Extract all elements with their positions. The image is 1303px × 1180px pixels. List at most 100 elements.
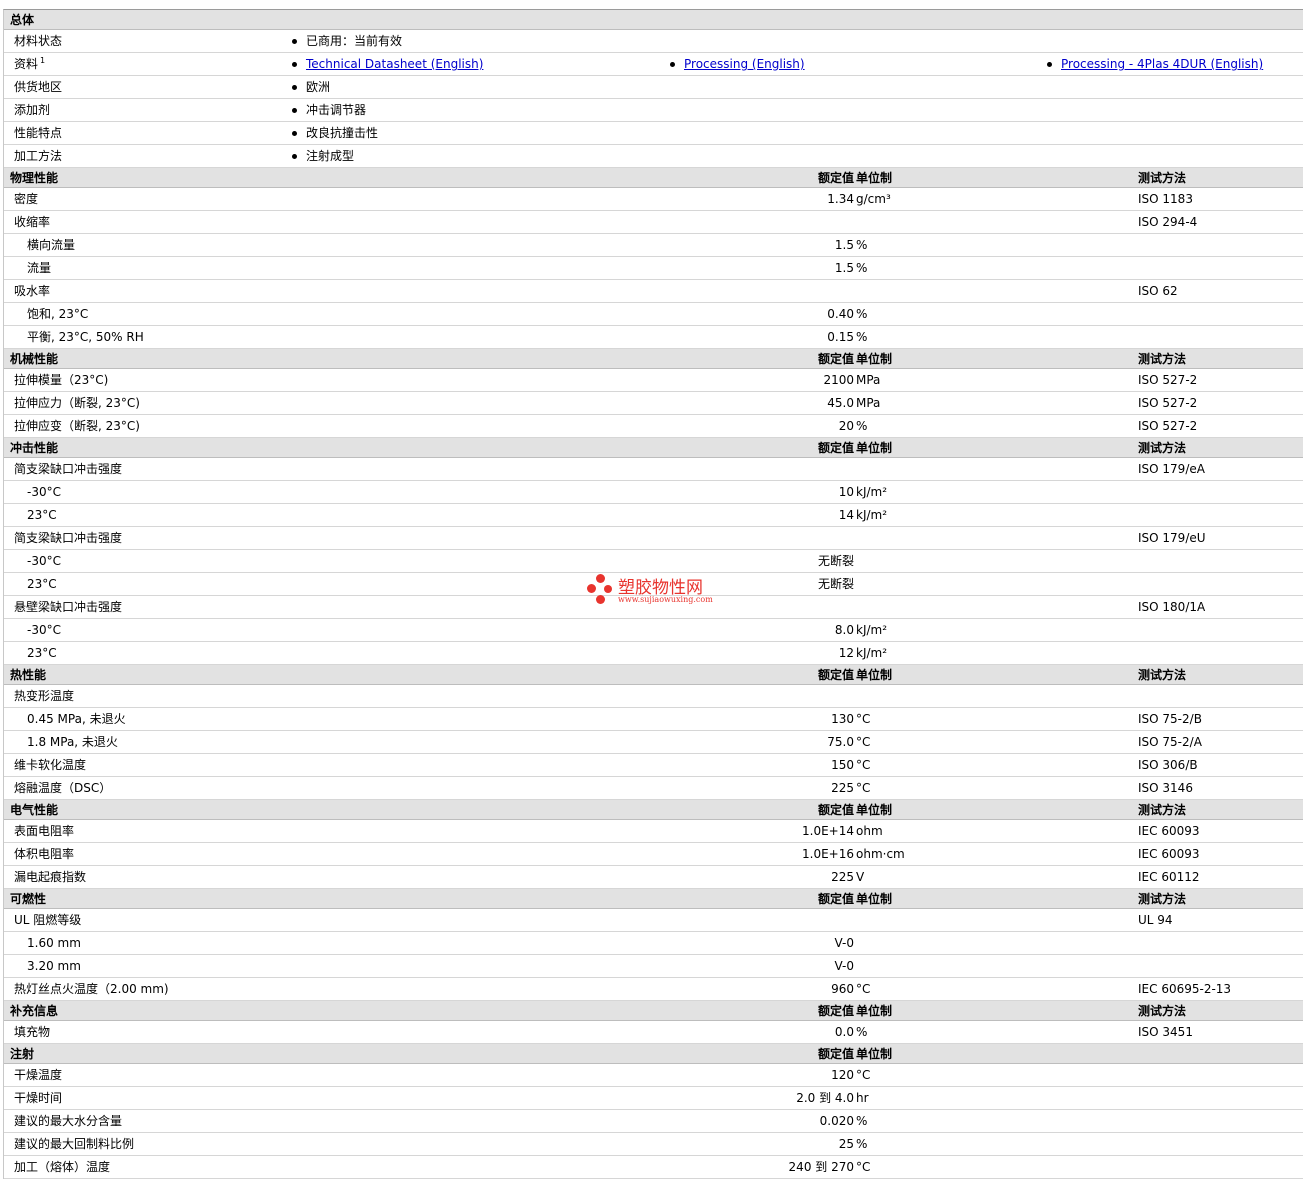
- col-header-test: 测试方法: [1138, 171, 1187, 185]
- footnote-marker: 1: [40, 56, 46, 65]
- row-value: 注射成型: [306, 149, 355, 163]
- test-method: IEC 60093: [1138, 847, 1200, 861]
- property-unit: MPa: [856, 396, 881, 410]
- property-unit: %: [856, 1025, 868, 1039]
- property-value: 20: [838, 419, 854, 433]
- property-row: 热变形温度: [4, 685, 1303, 708]
- property-label: 体积电阻率: [14, 847, 75, 861]
- col-header-unit: 单位制: [856, 171, 893, 185]
- property-unit: %: [856, 1114, 868, 1128]
- property-unit: °C: [856, 1160, 871, 1174]
- property-label: 悬壁梁缺口冲击强度: [14, 600, 123, 614]
- col-header-unit: 单位制: [856, 1004, 893, 1018]
- property-label: -30°C: [27, 623, 61, 637]
- property-label: 23°C: [27, 508, 57, 522]
- doc-link-datasheet[interactable]: Technical Datasheet (English): [306, 53, 483, 75]
- property-value: 无断裂: [817, 554, 854, 568]
- property-row: 23°C 12 kJ/m²: [4, 642, 1303, 665]
- property-value: 130: [831, 712, 854, 726]
- property-row: 23°C 14 kJ/m²: [4, 504, 1303, 527]
- property-unit: kJ/m²: [856, 485, 888, 499]
- property-label: 23°C: [27, 646, 57, 660]
- section-header: 注射 额定值 单位制: [4, 1044, 1303, 1064]
- property-value: 1.0E+16: [802, 847, 854, 861]
- row-supply-region: 供货地区 欧洲: [4, 76, 1303, 99]
- col-header-test: 测试方法: [1138, 668, 1187, 682]
- property-label: 1.8 MPa, 未退火: [27, 735, 118, 749]
- bullet-icon: [670, 62, 675, 67]
- property-label: -30°C: [27, 554, 61, 568]
- test-method: IEC 60112: [1138, 870, 1200, 884]
- row-label: 材料状态: [14, 34, 63, 48]
- property-row: 加工（熔体）温度 240 到 270 °C: [4, 1156, 1303, 1179]
- property-label: 热变形温度: [14, 689, 75, 703]
- row-label: 加工方法: [14, 149, 63, 163]
- property-unit: °C: [856, 982, 871, 996]
- col-header-nominal: 额定值: [817, 171, 854, 185]
- section-header: 热性能 额定值 单位制 测试方法: [4, 665, 1303, 685]
- property-label: 干燥温度: [14, 1068, 63, 1082]
- col-header-test: 测试方法: [1138, 1004, 1187, 1018]
- property-unit: °C: [856, 1068, 871, 1082]
- property-label: 平衡, 23°C, 50% RH: [27, 330, 144, 344]
- col-header-nominal: 额定值: [817, 1047, 854, 1061]
- property-label: 饱和, 23°C: [27, 307, 89, 321]
- property-unit: °C: [856, 712, 871, 726]
- property-label: 表面电阻率: [14, 824, 75, 838]
- col-header-unit: 单位制: [856, 1047, 893, 1061]
- property-row: 简支梁缺口冲击强度 ISO 179/eA: [4, 458, 1303, 481]
- property-row: 1.8 MPa, 未退火 75.0 °C ISO 75-2/A: [4, 731, 1303, 754]
- property-value: 25: [838, 1137, 854, 1151]
- bullet-icon: [292, 108, 297, 113]
- property-row: 0.45 MPa, 未退火 130 °C ISO 75-2/B: [4, 708, 1303, 731]
- property-row: 填充物 0.0% ISO 3451: [4, 1021, 1303, 1044]
- property-row: 吸水率 ISO 62: [4, 280, 1303, 303]
- property-row: 维卡软化温度 150 °C ISO 306/B: [4, 754, 1303, 777]
- col-header-nominal: 额定值: [817, 441, 854, 455]
- test-method: ISO 527-2: [1138, 373, 1198, 387]
- col-header-nominal: 额定值: [817, 1004, 854, 1018]
- doc-link-processing-4plas[interactable]: Processing - 4Plas 4DUR (English): [1061, 53, 1263, 75]
- property-label: 建议的最大回制料比例: [14, 1137, 135, 1151]
- property-unit: %: [856, 261, 868, 275]
- property-row: 拉伸模量（23°C) 2100 MPa ISO 527-2: [4, 369, 1303, 392]
- property-row: -30°C 8.0 kJ/m²: [4, 619, 1303, 642]
- row-processing: 加工方法 注射成型: [4, 145, 1303, 168]
- property-row: 简支梁缺口冲击强度 ISO 179/eU: [4, 527, 1303, 550]
- property-row: 3.20 mm V-0: [4, 955, 1303, 978]
- col-header-nominal: 额定值: [817, 668, 854, 682]
- bullet-icon: [292, 154, 297, 159]
- row-label: 资料 1: [14, 56, 46, 71]
- property-label: 维卡软化温度: [14, 758, 87, 772]
- row-label: 性能特点: [14, 126, 63, 140]
- property-value: 0.020: [819, 1114, 854, 1128]
- section-header: 电气性能 额定值 单位制 测试方法: [4, 800, 1303, 820]
- property-row: 熔融温度（DSC） 225 °C ISO 3146: [4, 777, 1303, 800]
- watermark-url: www.sujiaowuxing.com: [618, 595, 713, 604]
- property-value: V-0: [834, 959, 854, 973]
- property-value: 0.0: [834, 1025, 854, 1039]
- property-label: 干燥时间: [14, 1091, 63, 1105]
- property-value: 0.40: [827, 307, 854, 321]
- property-unit: %: [856, 330, 868, 344]
- property-row: 热灯丝点火温度（2.00 mm) 960 °C IEC 60695-2-13: [4, 978, 1303, 1001]
- property-row: 干燥时间 2.0 到 4.0 hr: [4, 1087, 1303, 1110]
- property-row: 建议的最大回制料比例 25%: [4, 1133, 1303, 1156]
- watermark-logo: 塑胶物性网 www.sujiaowuxing.com: [587, 574, 727, 608]
- property-label: 1.60 mm: [27, 936, 81, 950]
- property-label: 拉伸应力（断裂, 23°C): [14, 396, 140, 410]
- bullet-icon: [292, 131, 297, 136]
- property-row: 1.60 mm V-0: [4, 932, 1303, 955]
- property-unit: hr: [856, 1091, 869, 1105]
- property-row: 表面电阻率 1.0E+14 ohm IEC 60093: [4, 820, 1303, 843]
- row-documents: 资料 1 Technical Datasheet (English) Proces…: [4, 53, 1303, 76]
- row-material-status: 材料状态 已商用：当前有效: [4, 30, 1303, 53]
- col-header-nominal: 额定值: [817, 352, 854, 366]
- property-label: 流量: [27, 261, 52, 275]
- property-row: 密度 1.34 g/cm³ ISO 1183: [4, 188, 1303, 211]
- test-method: ISO 3146: [1138, 781, 1193, 795]
- test-method: ISO 3451: [1138, 1025, 1193, 1039]
- doc-link-processing[interactable]: Processing (English): [684, 53, 805, 75]
- property-sections: 物理性能 额定值 单位制 测试方法 密度 1.34 g/cm³ ISO 1183 收缩率 ISO …: [4, 168, 1303, 1179]
- row-label: 添加剂: [14, 103, 51, 117]
